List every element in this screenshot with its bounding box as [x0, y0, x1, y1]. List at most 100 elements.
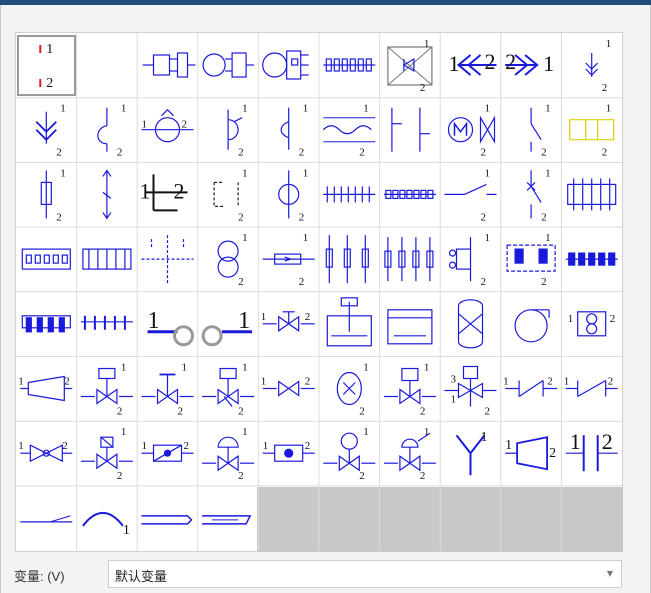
- sym-trapezoid[interactable]: 12: [505, 436, 556, 471]
- symbol-pin-label: 1: [142, 440, 148, 452]
- sym-valve-inline[interactable]: 12: [261, 376, 315, 397]
- sym-pipe-slant[interactable]: [202, 515, 252, 525]
- sym-valve-solenoid[interactable]: 12: [383, 362, 436, 418]
- symbol-pin-label: 1: [242, 103, 248, 115]
- sym-box-slash[interactable]: 12: [141, 440, 194, 462]
- sym-motor-valve[interactable]: 12: [447, 103, 496, 159]
- sym-valve-t-handle[interactable]: 12: [141, 362, 194, 418]
- symbol-pin-label: 2: [485, 406, 491, 418]
- sym-fuse-strip[interactable]: [565, 252, 618, 266]
- sym-arrow-right[interactable]: 21: [505, 49, 554, 76]
- symbol-pin-label: 2: [178, 406, 184, 418]
- sym-capacitor[interactable]: 12: [565, 429, 618, 472]
- sym-dashed-cross[interactable]: [141, 235, 194, 284]
- sym-y-branch[interactable]: 1: [455, 430, 488, 476]
- sym-terminal-row-b[interactable]: [383, 189, 436, 199]
- sym-pipe-ring-right[interactable]: 1: [201, 308, 253, 347]
- sym-valve-diaphragm[interactable]: 12: [202, 362, 255, 418]
- sym-bracket-connector[interactable]: 12: [448, 232, 491, 288]
- sym-plug-socket[interactable]: [142, 52, 196, 78]
- sym-switch-x[interactable]: 12: [526, 167, 551, 223]
- sym-valve-check[interactable]: 12: [503, 376, 558, 397]
- sym-switch-line[interactable]: 12: [444, 167, 497, 223]
- sym-yellow-block[interactable]: 12: [569, 103, 615, 159]
- symbol-pin-label: 1: [121, 362, 127, 374]
- sym-box-dot[interactable]: 12: [262, 440, 315, 462]
- selected-cell-highlight: [17, 35, 76, 96]
- sym-valve-gate[interactable]: 12: [261, 311, 315, 332]
- sym-antenna-down[interactable]: 12: [35, 103, 66, 159]
- sym-column-vessel[interactable]: [457, 299, 484, 349]
- sym-valve-3way-s[interactable]: 3 1 2: [444, 365, 497, 418]
- sym-tank-open[interactable]: [387, 309, 433, 345]
- sym-fuse-set-a[interactable]: [325, 235, 369, 284]
- sym-fuse-strip-b[interactable]: [21, 315, 71, 333]
- symbol-pin-label: 1: [570, 429, 581, 454]
- sym-fuse-strip-c[interactable]: [80, 315, 133, 330]
- sym-line-ramp[interactable]: [20, 515, 73, 523]
- sym-plug-multi[interactable]: [262, 50, 309, 80]
- sym-hook[interactable]: 12: [97, 103, 127, 159]
- sym-diode-box[interactable]: 12: [387, 38, 433, 94]
- sym-sensor-circle[interactable]: 12: [141, 108, 194, 143]
- symbol-pin-label: 1: [242, 232, 248, 244]
- symbol-pin-label: 2: [299, 211, 305, 223]
- symbol-pin-label: 2: [485, 49, 496, 74]
- symbol-pin-label: 3: [451, 374, 457, 386]
- symbol-pin-label: 1: [503, 376, 509, 388]
- sym-hook-line[interactable]: 12: [280, 103, 308, 159]
- sym-eight-box[interactable]: 12: [568, 311, 616, 337]
- sym-pipe-ring-left[interactable]: 1: [147, 308, 194, 347]
- sym-relay-box[interactable]: 12: [506, 232, 556, 288]
- sym-pump-centrifugal[interactable]: [514, 309, 550, 343]
- symbol-pin-label: 1: [60, 167, 66, 179]
- sym-bracket-lines[interactable]: [391, 107, 430, 152]
- sym-dashed-contact[interactable]: 12: [213, 167, 248, 223]
- sym-terminal-strip[interactable]: [323, 58, 376, 72]
- sym-arrow-down-small[interactable]: 12: [585, 38, 612, 94]
- chevron-down-icon[interactable]: ▼: [607, 569, 613, 578]
- sym-fuse-vertical[interactable]: 12: [40, 167, 66, 223]
- variable-value: 默认变量: [115, 570, 168, 585]
- symbol-pin-label: 2: [420, 82, 426, 94]
- sym-mcb-circle[interactable]: 12: [278, 167, 309, 223]
- sym-transformer[interactable]: 12: [217, 232, 248, 288]
- symbol-pin-label: 2: [299, 276, 305, 288]
- symbol-pin-label: 1: [261, 311, 267, 323]
- symbol-pin-label: 2: [359, 406, 365, 418]
- sym-arc-line[interactable]: 1: [82, 511, 130, 538]
- symbol-pin-label: 1: [18, 440, 24, 452]
- sym-valve-butterfly[interactable]: 12: [564, 376, 618, 398]
- symbol-pin-label: 2: [182, 119, 188, 131]
- sym-terminal-box-b[interactable]: [21, 248, 71, 270]
- sym-valve-dome-b[interactable]: 12: [383, 426, 436, 482]
- sym-reducer[interactable]: 12: [18, 376, 73, 402]
- sym-valve-bowtie[interactable]: 12: [18, 440, 73, 463]
- sym-arrow-left[interactable]: 12: [449, 49, 497, 76]
- sym-pipe-flat[interactable]: [141, 515, 193, 525]
- symbol-pin-label: 1: [505, 438, 512, 453]
- symbol-grid[interactable]: 1212122112121212121212121212121212121212…: [15, 32, 623, 552]
- sym-terminal-row-a[interactable]: [323, 186, 376, 203]
- symbol-pin-label: 1: [121, 103, 127, 115]
- sym-switch-slash[interactable]: 12: [530, 103, 551, 159]
- sym-arrows-vertical[interactable]: [102, 169, 112, 220]
- sym-resistor-arrow[interactable]: 12: [262, 232, 315, 288]
- sym-fuse-set-b[interactable]: [384, 237, 434, 282]
- sym-valve-solenoid-b[interactable]: 12: [80, 426, 133, 482]
- sym-wave-lines[interactable]: 12: [322, 103, 376, 159]
- symbol-pin-label: 1: [140, 178, 151, 203]
- sym-sensor-half[interactable]: 12: [227, 103, 248, 159]
- sym-ellipse-x[interactable]: 12: [336, 362, 369, 418]
- sym-tank-mixer[interactable]: [326, 297, 372, 347]
- symbol-pin-label: 1: [451, 394, 457, 406]
- symbol-pin-label: 1: [543, 51, 554, 76]
- variable-dropdown[interactable]: 默认变量 ▼: [108, 560, 622, 588]
- sym-socket-circle[interactable]: [202, 52, 255, 78]
- sym-contact-big[interactable]: 12: [140, 174, 188, 212]
- sym-valve-motor-m[interactable]: 12: [323, 426, 376, 482]
- sym-valve-actuator-box[interactable]: 12: [80, 362, 133, 418]
- sym-terminal-box-a[interactable]: [567, 178, 617, 211]
- sym-terminal-box-c[interactable]: [82, 248, 132, 270]
- sym-valve-dome[interactable]: 12: [202, 426, 255, 482]
